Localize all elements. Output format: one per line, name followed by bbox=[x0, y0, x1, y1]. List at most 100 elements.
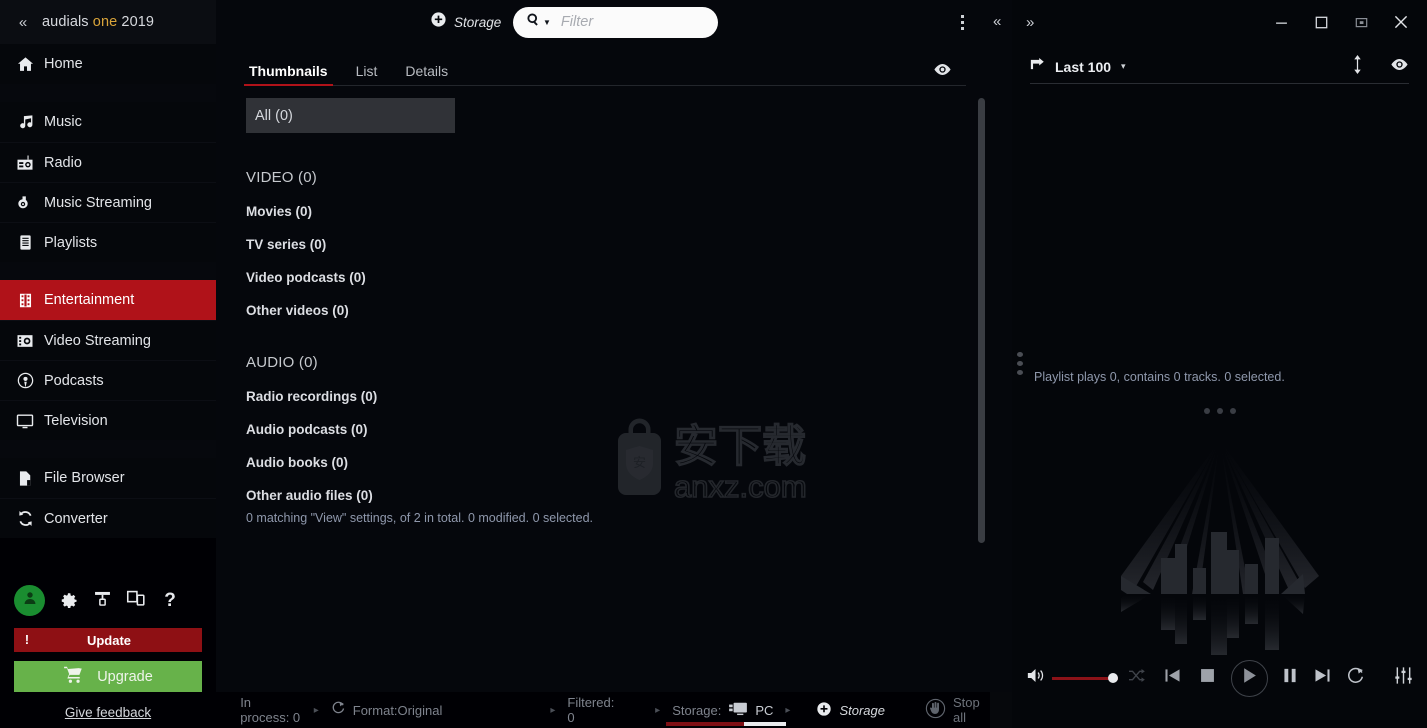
search-scope-chevron-down-icon[interactable]: ▼ bbox=[543, 18, 551, 27]
sidebar-header: « audials one 2019 bbox=[0, 0, 216, 44]
plus-circle-icon bbox=[816, 701, 832, 720]
magnifier-icon bbox=[526, 12, 541, 32]
status-format[interactable]: Format:Original bbox=[325, 701, 449, 719]
sidebar-item-playlists[interactable]: Playlists bbox=[0, 222, 216, 262]
sidebar-item-label: Music bbox=[44, 114, 82, 130]
sidebar-item-podcasts[interactable]: Podcasts bbox=[0, 360, 216, 400]
mini-player-button[interactable] bbox=[1341, 7, 1381, 37]
hand-stop-icon bbox=[925, 698, 946, 722]
status-arrow-1: ▸ bbox=[313, 704, 319, 716]
equalizer-button[interactable] bbox=[1394, 666, 1413, 690]
status-in-process: In process: 0 bbox=[240, 695, 301, 725]
status-stop-all[interactable]: Stop all bbox=[919, 695, 990, 725]
refresh-icon bbox=[331, 701, 346, 719]
filter-search-box[interactable]: ▼ bbox=[513, 6, 750, 38]
sidebar-item-radio[interactable]: Radio bbox=[0, 142, 216, 182]
player-controls bbox=[1012, 650, 1427, 706]
brand-part-2: one bbox=[92, 14, 118, 30]
account-avatar-button[interactable] bbox=[14, 585, 45, 616]
maximize-button[interactable] bbox=[1301, 7, 1341, 37]
give-feedback-link[interactable]: Give feedback bbox=[0, 705, 216, 720]
settings-button[interactable] bbox=[57, 590, 79, 612]
category-item-audio-podcasts[interactable]: Audio podcasts (0) bbox=[246, 422, 990, 437]
update-button-label: Update bbox=[86, 632, 132, 648]
volume-knob[interactable] bbox=[1108, 673, 1118, 683]
theme-button[interactable] bbox=[91, 590, 113, 612]
sidebar-divider-3 bbox=[0, 440, 216, 458]
sidebar-item-television[interactable]: Television bbox=[0, 400, 216, 440]
eye-icon[interactable] bbox=[933, 63, 952, 81]
status-storage[interactable]: Storage: PC bbox=[666, 701, 787, 726]
sidebar-item-label: Converter bbox=[44, 510, 108, 527]
category-item-movies[interactable]: Movies (0) bbox=[246, 204, 990, 219]
pause-button[interactable] bbox=[1283, 668, 1297, 688]
brand-part-3: 2019 bbox=[117, 14, 155, 30]
category-item-video-podcasts[interactable]: Video podcasts (0) bbox=[246, 270, 990, 285]
eye-icon[interactable] bbox=[1390, 58, 1409, 76]
sidebar-item-converter[interactable]: Converter bbox=[0, 498, 216, 538]
status-add-storage-label: Storage bbox=[839, 702, 885, 718]
right-panel-expand-icon[interactable]: » bbox=[1026, 14, 1034, 31]
sidebar-footer: ? ! Update Upgrade Give feedback bbox=[0, 579, 216, 728]
volume-button[interactable] bbox=[1026, 667, 1045, 689]
status-filtered: Filtered: 0 bbox=[567, 695, 615, 725]
category-item-other-videos[interactable]: Other videos (0) bbox=[246, 303, 990, 318]
status-add-storage[interactable]: Storage bbox=[810, 701, 891, 720]
play-button[interactable] bbox=[1231, 659, 1268, 697]
storage-used-bar bbox=[666, 721, 745, 726]
sidebar-item-video-streaming[interactable]: Video Streaming bbox=[0, 320, 216, 360]
tab-details[interactable]: Details bbox=[402, 63, 451, 85]
sidebar-item-entertainment[interactable]: Entertainment bbox=[0, 280, 216, 320]
sidebar-item-music-streaming[interactable]: Music Streaming bbox=[0, 182, 216, 222]
category-item-radio-recordings[interactable]: Radio recordings (0) bbox=[246, 389, 990, 404]
category-item-tv-series[interactable]: TV series (0) bbox=[246, 237, 990, 252]
person-icon bbox=[21, 589, 39, 612]
arrow-into-icon bbox=[1030, 57, 1047, 76]
devices-button[interactable] bbox=[125, 590, 147, 612]
status-stop-all-label: Stop all bbox=[953, 695, 980, 725]
storage-usage-meter bbox=[666, 721, 787, 726]
repeat-button[interactable] bbox=[1347, 667, 1365, 690]
previous-track-icon bbox=[1164, 668, 1181, 688]
kebab-menu-icon[interactable] bbox=[957, 11, 968, 34]
next-track-button[interactable] bbox=[1314, 668, 1331, 688]
filter-input[interactable] bbox=[550, 14, 750, 30]
shuffle-button[interactable] bbox=[1128, 668, 1145, 688]
video-streaming-icon bbox=[10, 331, 40, 351]
category-item-other-audio-files[interactable]: Other audio files (0) bbox=[246, 488, 990, 503]
status-arrow-4: ▸ bbox=[785, 704, 791, 716]
previous-track-button[interactable] bbox=[1164, 668, 1181, 688]
sidebar-item-home[interactable]: Home bbox=[0, 44, 216, 84]
minimize-button[interactable] bbox=[1261, 7, 1301, 37]
sidebar-item-label: Podcasts bbox=[44, 372, 104, 389]
close-button[interactable] bbox=[1381, 7, 1421, 37]
window-titlebar: » bbox=[1012, 0, 1427, 44]
audials-logo-watermark bbox=[1075, 440, 1365, 660]
window-controls bbox=[1261, 7, 1421, 37]
tab-list[interactable]: List bbox=[353, 63, 381, 85]
home-icon bbox=[10, 55, 40, 74]
playlists-icon bbox=[10, 233, 40, 252]
sidebar-item-music[interactable]: Music bbox=[0, 102, 216, 142]
help-button[interactable]: ? bbox=[159, 590, 181, 612]
sidebar-item-file-browser[interactable]: File Browser bbox=[0, 458, 216, 498]
sidebar-nav-group-audio: Music Radio Music Streaming Playlists bbox=[0, 102, 216, 262]
main-vertical-scrollbar[interactable] bbox=[978, 98, 985, 543]
volume-slider[interactable] bbox=[1052, 671, 1118, 685]
playlist-selector[interactable]: Last 100 ▾ bbox=[1030, 57, 1126, 76]
category-item-audio-books[interactable]: Audio books (0) bbox=[246, 455, 990, 470]
update-button[interactable]: ! Update bbox=[14, 628, 202, 652]
chevron-down-icon: ▾ bbox=[1121, 61, 1126, 71]
category-all-chip[interactable]: All (0) bbox=[246, 98, 455, 133]
stop-button[interactable] bbox=[1200, 668, 1215, 688]
add-storage-button[interactable]: Storage bbox=[430, 11, 501, 33]
sort-updown-icon[interactable] bbox=[1351, 54, 1364, 79]
panel-resize-handle[interactable] bbox=[1017, 352, 1023, 375]
paint-roller-icon bbox=[92, 588, 113, 614]
devices-icon bbox=[125, 587, 147, 614]
upgrade-button[interactable]: Upgrade bbox=[14, 661, 202, 692]
tab-thumbnails[interactable]: Thumbnails bbox=[244, 63, 333, 86]
right-panel-collapse-left-icon[interactable]: « bbox=[993, 13, 1001, 30]
status-bar: In process: 0 ▸ Format:Original ▸ Filter… bbox=[216, 692, 990, 728]
sidebar-collapse-icon[interactable]: « bbox=[10, 14, 36, 31]
